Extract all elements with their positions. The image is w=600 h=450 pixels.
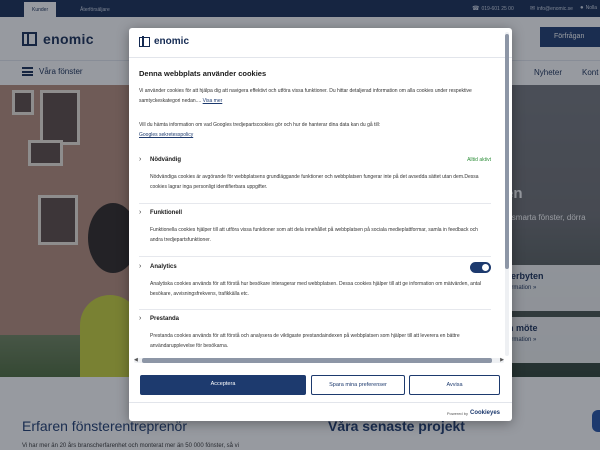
modal-title: Denna webbplats använder cookies (139, 69, 267, 78)
divider (139, 256, 491, 257)
save-preferences-button[interactable]: Spara mina preferenser (311, 375, 405, 395)
google-privacy-link[interactable]: Googles sekretesspolicy (139, 132, 193, 138)
scroll-right-arrow-icon[interactable]: ▶ (500, 357, 504, 363)
always-active-label: Alltid aktivt (467, 157, 491, 163)
scrollbar-thumb[interactable] (142, 358, 492, 363)
modal-footer: Powered by Cookieyes (129, 402, 512, 421)
category-description: Funktionella cookies hjälper till att ut… (150, 227, 478, 243)
powered-by-label: Powered by (446, 410, 468, 416)
cookieyes-logo: Cookieyes (469, 410, 500, 416)
category-name: Analytics (150, 264, 177, 270)
chevron-right-icon[interactable]: › (139, 156, 141, 163)
modal-logo: enomic (139, 36, 189, 47)
chevron-right-icon[interactable]: › (139, 263, 141, 270)
google-info-text: Vill du hämta information om vad Googles… (139, 122, 381, 128)
category-analytics[interactable]: › Analytics Analytiska cookies används f… (139, 262, 491, 313)
chevron-right-icon[interactable]: › (139, 209, 141, 216)
modal-logo-text: enomic (154, 36, 190, 47)
divider (139, 309, 491, 310)
logo-mark-icon (139, 36, 150, 47)
modal-horizontal-scrollbar[interactable]: ◀ ▶ (134, 357, 504, 363)
category-name: Funktionell (150, 210, 182, 216)
modal-vertical-scrollbar[interactable] (505, 32, 509, 356)
reject-button[interactable]: Avvisa (409, 375, 500, 395)
read-more-link[interactable]: Visa mer (203, 98, 223, 104)
category-description: Analytiska cookies används för att först… (150, 281, 482, 297)
toggle-knob (482, 264, 489, 271)
analytics-toggle[interactable] (470, 262, 491, 273)
cookie-intro-text: Vi använder cookies för att hjälpa dig a… (139, 88, 472, 104)
scroll-left-arrow-icon[interactable]: ◀ (134, 357, 138, 363)
category-description: Nödvändiga cookies är avgörande för webb… (150, 174, 479, 190)
category-name: Nödvändig (150, 157, 181, 163)
scrollbar-thumb[interactable] (505, 34, 509, 269)
chat-widget-button[interactable] (592, 410, 600, 432)
category-functional[interactable]: › Funktionell Funktionella cookies hjälp… (139, 209, 491, 259)
accept-button[interactable]: Acceptera (140, 375, 306, 395)
powered-by[interactable]: Powered by Cookieyes (447, 410, 500, 416)
cookie-consent-modal: enomic Denna webbplats använder cookies … (129, 28, 512, 421)
category-name: Prestanda (150, 316, 180, 322)
chevron-right-icon[interactable]: › (139, 315, 141, 322)
google-info: Vill du hämta information om vad Googles… (139, 120, 491, 140)
modal-body: Denna webbplats använder cookies Vi anvä… (129, 58, 505, 388)
divider (139, 203, 491, 204)
cookie-intro: Vi använder cookies för att hjälpa dig a… (139, 86, 491, 106)
category-description: Prestanda cookies används för att förstå… (150, 333, 460, 349)
